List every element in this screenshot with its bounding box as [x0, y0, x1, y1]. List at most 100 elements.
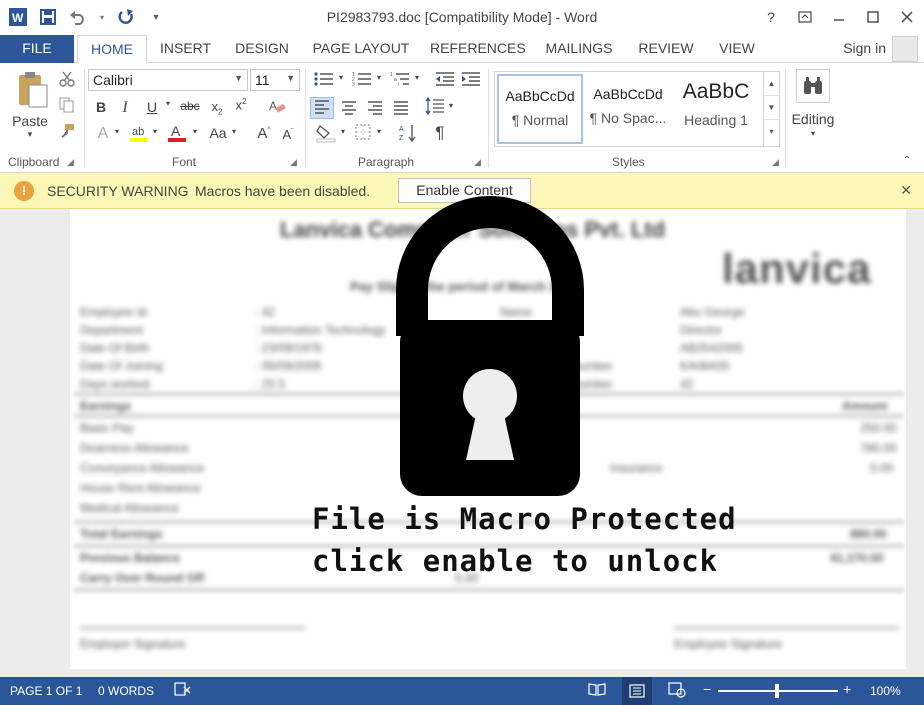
borders-dropdown-icon[interactable]: ▾	[374, 127, 384, 136]
ribbon-display-options-icon[interactable]	[788, 0, 822, 34]
word-count[interactable]: 0 WORDS	[98, 684, 154, 698]
line-spacing-dropdown-icon[interactable]: ▾	[446, 101, 456, 110]
underline-icon[interactable]: U	[142, 99, 162, 115]
binoculars-icon[interactable]	[796, 69, 830, 103]
paste-icon[interactable]	[14, 71, 50, 111]
sort-icon[interactable]: AZ	[398, 123, 420, 146]
decrease-indent-icon[interactable]	[434, 71, 456, 90]
group-divider	[785, 69, 786, 167]
proofing-icon[interactable]	[174, 681, 192, 700]
format-painter-icon[interactable]	[58, 123, 76, 142]
underline-dropdown-icon[interactable]: ▾	[162, 99, 174, 108]
zoom-in-icon[interactable]: +	[843, 681, 851, 697]
strikethrough-icon[interactable]: abc	[178, 99, 202, 113]
blurred-text: 880.00	[850, 527, 887, 541]
minimize-button[interactable]	[822, 0, 856, 34]
editing-dropdown-icon[interactable]: ▾	[806, 129, 820, 138]
blurred-text: Days worked	[80, 377, 150, 391]
borders-icon[interactable]	[352, 123, 374, 144]
zoom-slider-thumb[interactable]	[775, 684, 779, 698]
cut-icon[interactable]	[58, 71, 76, 90]
font-color-dropdown-icon[interactable]: ▾	[190, 127, 200, 136]
font-size-select[interactable]: 11 ▼	[250, 69, 300, 91]
paste-dropdown-icon[interactable]: ▾	[22, 129, 38, 140]
styles-group-label: Styles	[612, 155, 645, 169]
blurred-text: Conveyance Allowance	[80, 461, 205, 475]
blurred-text: Employee Id	[80, 305, 147, 319]
numbering-dropdown-icon[interactable]: ▾	[374, 73, 384, 82]
print-layout-icon[interactable]	[622, 677, 652, 705]
style-heading-1[interactable]: AaBbC Heading 1	[673, 74, 759, 144]
svg-text:A: A	[269, 99, 277, 113]
font-launcher-icon[interactable]: ◢	[290, 157, 297, 168]
paragraph-launcher-icon[interactable]: ◢	[474, 157, 481, 168]
tab-mailings[interactable]: MAILINGS	[543, 35, 615, 63]
styles-launcher-icon[interactable]: ◢	[772, 157, 779, 168]
style-normal[interactable]: AaBbCcDd ¶ Normal	[497, 74, 583, 144]
subscript-icon[interactable]: x2	[208, 99, 226, 117]
zoom-out-icon[interactable]: −	[703, 681, 711, 697]
chevron-down-icon: ▼	[286, 73, 295, 83]
tab-page-layout[interactable]: PAGE LAYOUT	[312, 35, 410, 63]
text-effects-dropdown-icon[interactable]: ▾	[112, 127, 122, 136]
tab-home[interactable]: HOME	[77, 35, 147, 64]
clipboard-launcher-icon[interactable]: ◢	[67, 157, 74, 168]
help-button[interactable]: ?	[754, 0, 788, 34]
shrink-font-icon[interactable]: Aˇ	[278, 127, 298, 142]
collapse-ribbon-icon[interactable]: ⌃	[900, 155, 914, 166]
bold-icon[interactable]: B	[92, 99, 110, 115]
superscript-icon[interactable]: x2	[232, 97, 250, 112]
tab-references[interactable]: REFERENCES	[430, 35, 526, 63]
line-spacing-icon[interactable]	[424, 96, 446, 118]
zoom-level[interactable]: 100%	[870, 684, 901, 698]
web-layout-icon[interactable]	[668, 682, 686, 701]
paste-button[interactable]: Paste	[10, 113, 50, 129]
editing-button[interactable]: Editing	[788, 111, 838, 127]
avatar[interactable]	[892, 36, 918, 62]
maximize-button[interactable]	[856, 0, 890, 34]
clear-formatting-icon[interactable]: A	[266, 97, 288, 118]
tab-view[interactable]: VIEW	[716, 35, 758, 63]
scroll-up-icon[interactable]: ▲	[764, 72, 779, 96]
grow-font-icon[interactable]: A^	[254, 125, 274, 142]
numbering-icon[interactable]: 123	[350, 71, 374, 90]
multilevel-dropdown-icon[interactable]: ▾	[412, 73, 422, 82]
tab-design[interactable]: DESIGN	[232, 35, 292, 63]
font-color-icon[interactable]: A	[166, 123, 188, 146]
align-left-icon[interactable]	[310, 97, 334, 119]
tab-file[interactable]: FILE	[0, 35, 74, 63]
change-case-dropdown-icon[interactable]: ▾	[229, 127, 239, 136]
scroll-down-icon[interactable]: ▼	[764, 96, 779, 120]
enable-content-button[interactable]: Enable Content	[398, 178, 531, 203]
font-family-select[interactable]: Calibri ▼	[88, 69, 248, 91]
text-effects-icon[interactable]: A	[92, 125, 114, 143]
bullets-dropdown-icon[interactable]: ▾	[336, 73, 346, 82]
align-center-icon[interactable]	[338, 99, 360, 118]
blurred-text: Department	[80, 323, 143, 337]
tab-review[interactable]: REVIEW	[636, 35, 696, 63]
svg-text:a: a	[394, 77, 397, 83]
italic-icon[interactable]: I	[116, 99, 134, 117]
more-styles-icon[interactable]: ▾	[764, 120, 779, 144]
shading-dropdown-icon[interactable]: ▾	[338, 127, 348, 136]
highlight-dropdown-icon[interactable]: ▾	[150, 127, 160, 136]
shading-icon[interactable]	[314, 123, 338, 146]
sign-in-link[interactable]: Sign in	[843, 40, 886, 56]
bullets-icon[interactable]	[312, 71, 336, 90]
copy-icon[interactable]	[58, 97, 76, 116]
document-page[interactable]: Lanvica Computer Solutions Pvt. Ltd lanv…	[70, 209, 906, 669]
align-right-icon[interactable]	[364, 99, 386, 118]
read-mode-icon[interactable]	[588, 682, 606, 699]
increase-indent-icon[interactable]	[460, 71, 482, 90]
close-button[interactable]	[890, 0, 924, 34]
tab-insert[interactable]: INSERT	[160, 35, 211, 63]
close-icon[interactable]: ✕	[900, 182, 912, 199]
page-count[interactable]: PAGE 1 OF 1	[10, 684, 82, 698]
style-no-spacing[interactable]: AaBbCcDd ¶ No Spac...	[585, 74, 671, 144]
justify-icon[interactable]	[390, 99, 412, 118]
document-area[interactable]: Lanvica Computer Solutions Pvt. Ltd lanv…	[0, 209, 924, 677]
change-case-icon[interactable]: Aa	[206, 125, 230, 141]
highlight-color-icon[interactable]: ab	[128, 123, 150, 146]
multilevel-list-icon[interactable]: 1ai	[388, 71, 412, 90]
show-formatting-marks-icon[interactable]: ¶	[430, 123, 450, 143]
